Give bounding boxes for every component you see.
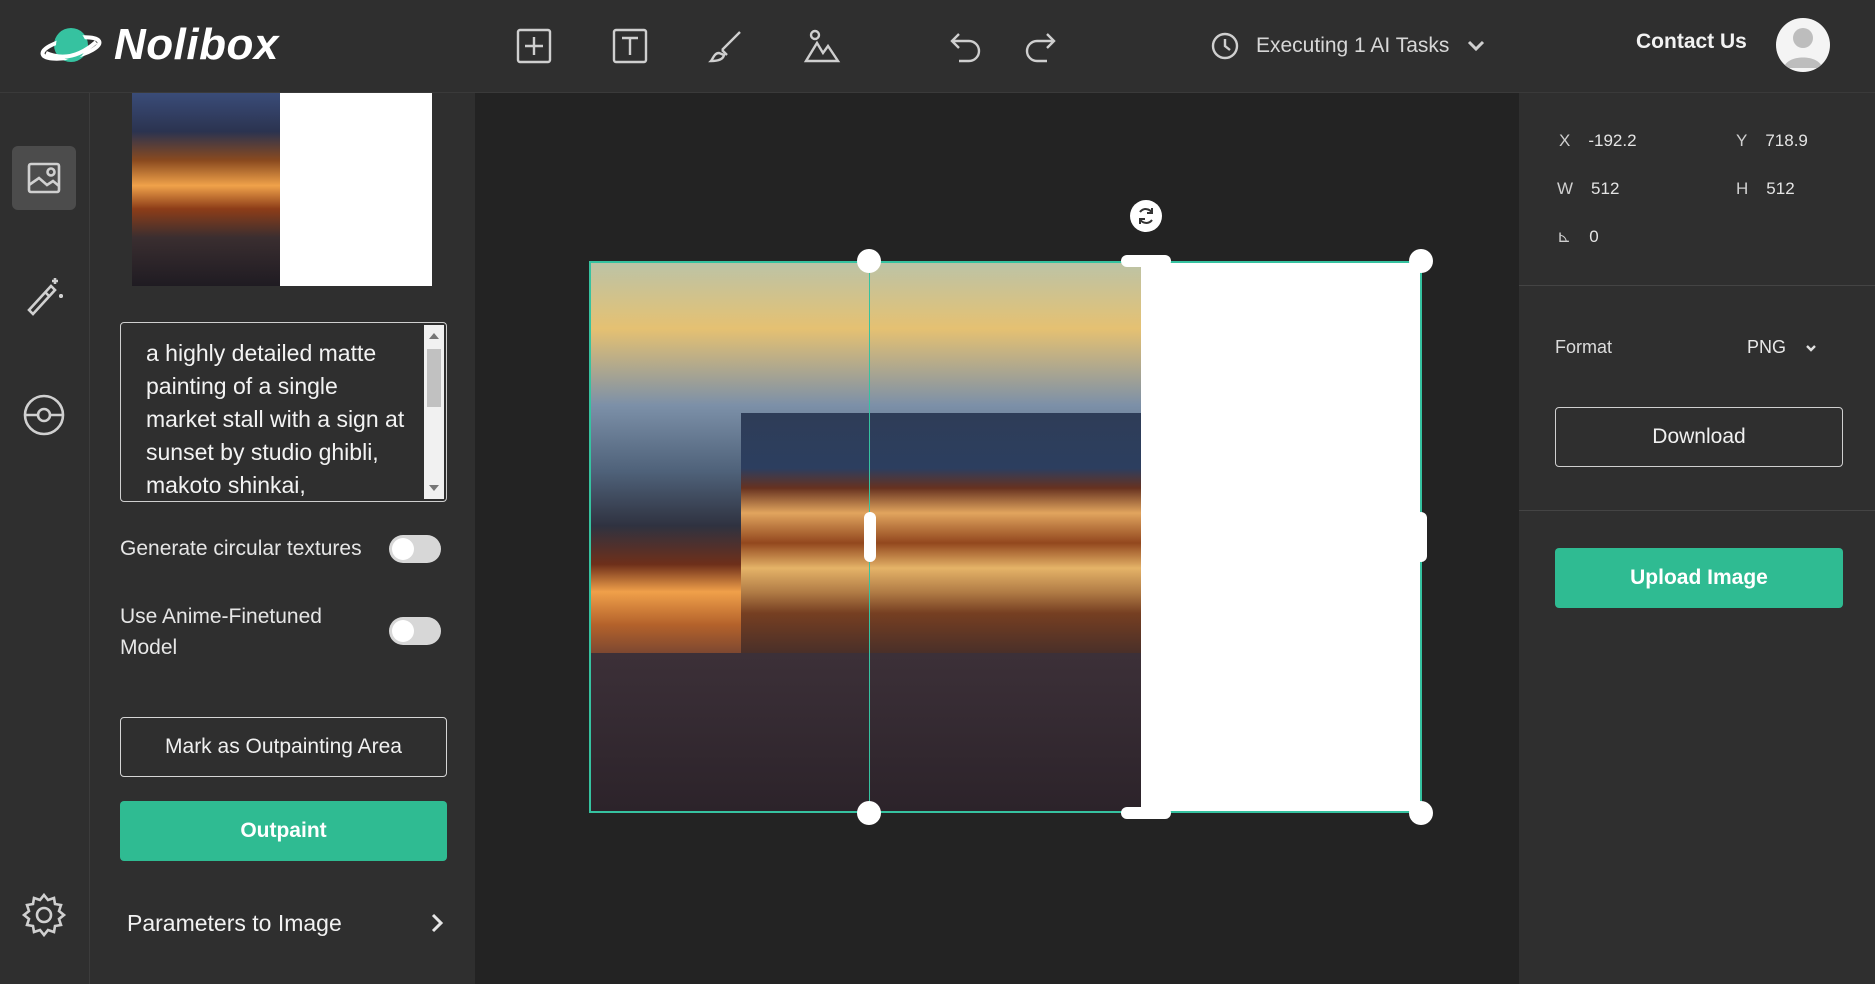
x-field[interactable]: X -192.2 [1559,131,1637,151]
w-label: W [1557,179,1574,198]
logo[interactable]: Nolibox [40,20,279,70]
toggle-knob [392,620,414,642]
format-value: PNG [1747,337,1787,357]
contact-us-link[interactable]: Contact Us [1636,30,1747,54]
format-label: Format [1555,337,1613,357]
divider [1519,285,1875,286]
rotate-handle[interactable] [1130,200,1162,232]
circular-textures-toggle[interactable] [389,535,441,563]
selection-frame[interactable] [589,261,1422,813]
planet-logo-icon [40,28,102,62]
x-value: -192.2 [1588,131,1637,150]
brush-tool-button[interactable] [704,24,748,68]
resize-handle-top-left[interactable] [857,249,881,273]
y-label: Y [1736,131,1748,150]
rail-settings-button[interactable] [12,883,76,947]
scroll-thumb[interactable] [427,349,441,407]
outpaint-button[interactable]: Outpaint [120,801,447,861]
top-bar: Nolibox Executing 1 AI Tasks Contact Us [0,0,1875,93]
avatar[interactable] [1776,18,1830,72]
image-thumbnail[interactable] [132,93,432,286]
image-tool-button[interactable] [800,24,844,68]
x-label: X [1559,131,1571,150]
y-field[interactable]: Y 718.9 [1736,131,1808,151]
prompt-textarea[interactable]: a highly detailed matte painting of a si… [120,322,447,502]
rail-planet-button[interactable] [12,383,76,447]
left-rail [0,93,90,984]
resize-handle-left[interactable] [864,512,876,562]
scroll-down-icon[interactable] [429,485,439,491]
divider [1519,510,1875,511]
download-button[interactable]: Download [1555,407,1843,467]
h-field[interactable]: H 512 [1736,179,1795,199]
chevron-right-icon [431,913,444,933]
angle-field[interactable]: ⊾ 0 [1557,227,1599,247]
parameters-label: Parameters to Image [127,909,342,936]
parameters-to-image-row[interactable]: Parameters to Image [127,905,447,941]
w-field[interactable]: W 512 [1557,179,1619,199]
redo-button[interactable] [1020,24,1064,68]
angle-icon: ⊾ [1557,227,1572,246]
planet-icon [23,394,65,436]
prompt-scrollbar[interactable] [424,325,444,499]
format-select[interactable]: PNG [1747,337,1818,358]
h-label: H [1736,179,1749,198]
image-gallery-icon [27,162,61,194]
rail-gallery-button[interactable] [12,146,76,210]
properties-panel: X -192.2 Y 718.9 W 512 H 512 ⊾ 0 Format PNG D… [1519,93,1875,984]
magic-wand-icon [27,278,63,316]
text-tool-button[interactable] [608,24,652,68]
mark-outpainting-button[interactable]: Mark as Outpainting Area [120,717,447,777]
image-mountain-icon [803,29,841,63]
anime-model-toggle[interactable] [389,617,441,645]
thumbnail-blank-area [280,93,432,286]
prompt-text: a highly detailed matte painting of a si… [146,340,405,498]
tasks-dropdown[interactable]: Executing 1 AI Tasks [1210,26,1487,66]
y-value: 718.9 [1765,131,1808,150]
resize-handle-bottom-right[interactable] [1409,801,1433,825]
h-value: 512 [1766,179,1795,198]
tasks-label: Executing 1 AI Tasks [1256,34,1450,57]
resize-handle-top[interactable] [1121,255,1171,267]
undo-icon [950,33,981,63]
toggle-knob [392,538,414,560]
settings-gear-icon [21,892,67,938]
clock-icon [1211,32,1239,60]
rail-magic-button[interactable] [12,263,76,327]
circular-textures-label: Generate circular textures [120,537,362,560]
scroll-up-icon[interactable] [429,333,439,339]
resize-handle-bottom[interactable] [1121,807,1171,819]
chevron-down-icon [1468,40,1485,52]
resize-handle-bottom-left[interactable] [857,801,881,825]
left-panel: a highly detailed matte painting of a si… [90,93,475,984]
upload-image-button[interactable]: Upload Image [1555,548,1843,608]
brush-icon [708,31,741,63]
text-tool-icon [612,28,648,64]
add-square-icon [516,28,552,64]
rotate-icon [1139,208,1153,224]
angle-value: 0 [1589,227,1599,246]
redo-icon [1025,33,1056,63]
add-element-button[interactable] [512,24,556,68]
resize-handle-right[interactable] [1415,512,1427,562]
w-value: 512 [1591,179,1620,198]
anime-model-label: Use Anime-Finetuned Model [120,605,322,659]
chevron-down-icon [1806,344,1816,352]
thumbnail-market-image [132,93,280,286]
user-avatar-icon [1784,28,1822,68]
resize-handle-top-right[interactable] [1409,249,1433,273]
undo-button[interactable] [942,24,986,68]
app-name: Nolibox [114,20,279,69]
